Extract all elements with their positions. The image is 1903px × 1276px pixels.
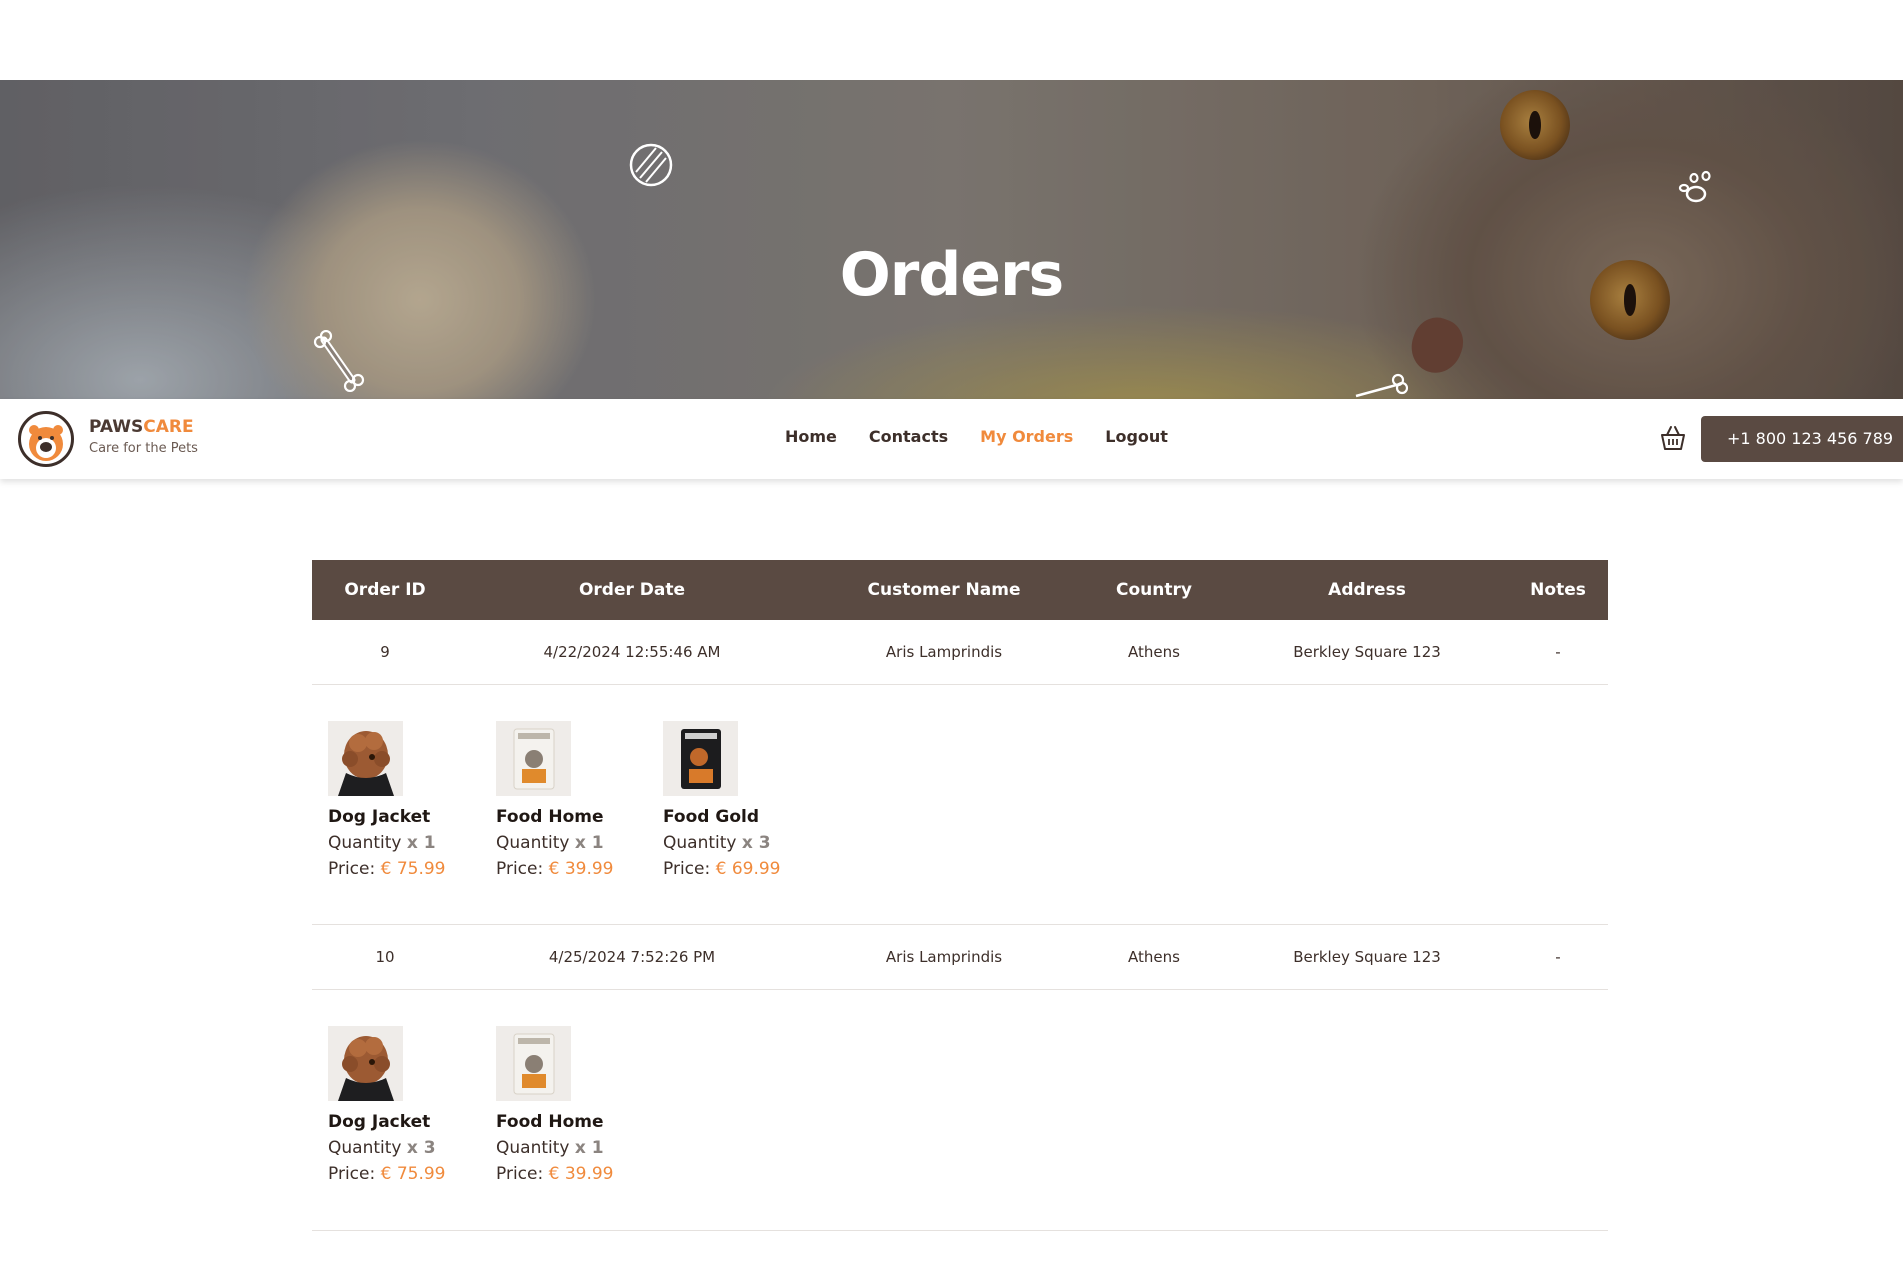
order-items: Dog Jacket Quantity x 3 Price: € 75.99 F… xyxy=(312,990,1608,1231)
order-item: Food Home Quantity x 1 Price: € 39.99 xyxy=(496,1026,646,1184)
table-row: 10 4/25/2024 7:52:26 PM Aris Lamprindis … xyxy=(312,925,1608,990)
notes: - xyxy=(1555,643,1561,661)
order-id: 10 xyxy=(375,948,395,966)
hero-banner: Orders xyxy=(0,80,1903,399)
item-quantity: Quantity x 1 xyxy=(496,1138,604,1158)
customer-name: Aris Lamprindis xyxy=(885,948,1003,966)
item-price: Price: € 75.99 xyxy=(328,859,446,879)
table-row: 9 4/22/2024 12:55:46 AM Aris Lamprindis … xyxy=(312,620,1608,685)
order-item: Dog Jacket Quantity x 1 Price: € 75.99 xyxy=(328,721,478,879)
navbar: PAWSCARE Care for the Pets Home Contacts… xyxy=(0,399,1903,479)
item-price: Price: € 39.99 xyxy=(496,859,614,879)
item-name: Food Gold xyxy=(663,807,759,827)
nav-contacts[interactable]: Contacts xyxy=(869,427,948,446)
country: Athens xyxy=(1128,643,1180,661)
order-date: 4/22/2024 12:55:46 AM xyxy=(543,643,721,661)
table-header: Order ID Order Date Customer Name Countr… xyxy=(312,560,1608,620)
item-price: Price: € 69.99 xyxy=(663,859,781,879)
main-nav: Home Contacts My Orders Logout xyxy=(785,427,1168,446)
food-home-image xyxy=(496,1026,571,1101)
item-quantity: Quantity x 1 xyxy=(496,833,604,853)
page-title: Orders xyxy=(839,240,1065,310)
ball-icon xyxy=(629,143,673,187)
item-name: Food Home xyxy=(496,1112,604,1132)
address: Berkley Square 123 xyxy=(1293,643,1441,661)
notes: - xyxy=(1555,948,1561,966)
country: Athens xyxy=(1128,948,1180,966)
orders-table: Order ID Order Date Customer Name Countr… xyxy=(312,560,1608,1231)
order-id: 9 xyxy=(380,643,390,661)
item-name: Food Home xyxy=(496,807,604,827)
order-item: Dog Jacket Quantity x 3 Price: € 75.99 xyxy=(328,1026,478,1184)
item-price: Price: € 39.99 xyxy=(496,1164,614,1184)
dog-jacket-image xyxy=(328,1026,403,1101)
item-quantity: Quantity x 3 xyxy=(328,1138,436,1158)
item-quantity: Quantity x 1 xyxy=(328,833,436,853)
order-item: Food Gold Quantity x 3 Price: € 69.99 xyxy=(663,721,813,879)
order-item: Food Home Quantity x 1 Price: € 39.99 xyxy=(496,721,646,879)
dog-jacket-image xyxy=(328,721,403,796)
bone-icon-2 xyxy=(1355,373,1408,398)
logo-icon[interactable] xyxy=(18,411,74,467)
paw-icon xyxy=(1678,170,1711,203)
food-home-image xyxy=(496,721,571,796)
food-gold-image xyxy=(663,721,738,796)
nav-home[interactable]: Home xyxy=(785,427,837,446)
brand-tagline: Care for the Pets xyxy=(89,441,198,456)
col-order-id: Order ID xyxy=(344,580,426,600)
item-name: Dog Jacket xyxy=(328,807,431,827)
basket-icon[interactable] xyxy=(1659,424,1687,452)
nav-logout[interactable]: Logout xyxy=(1105,427,1168,446)
address: Berkley Square 123 xyxy=(1293,948,1441,966)
col-country: Country xyxy=(1116,580,1192,600)
col-order-date: Order Date xyxy=(578,580,686,600)
brand-name[interactable]: PAWSCARE xyxy=(89,417,194,437)
nav-my-orders[interactable]: My Orders xyxy=(980,427,1073,446)
item-quantity: Quantity x 3 xyxy=(663,833,771,853)
bone-icon xyxy=(313,330,365,392)
order-date: 4/25/2024 7:52:26 PM xyxy=(548,948,716,966)
col-notes: Notes xyxy=(1530,580,1586,600)
phone-button[interactable]: +1 800 123 456 789 xyxy=(1701,416,1903,462)
col-address: Address xyxy=(1328,580,1406,600)
col-customer-name: Customer Name xyxy=(867,580,1021,600)
order-items: Dog Jacket Quantity x 1 Price: € 75.99 F… xyxy=(312,685,1608,925)
item-name: Dog Jacket xyxy=(328,1112,431,1132)
item-price: Price: € 75.99 xyxy=(328,1164,446,1184)
customer-name: Aris Lamprindis xyxy=(885,643,1003,661)
